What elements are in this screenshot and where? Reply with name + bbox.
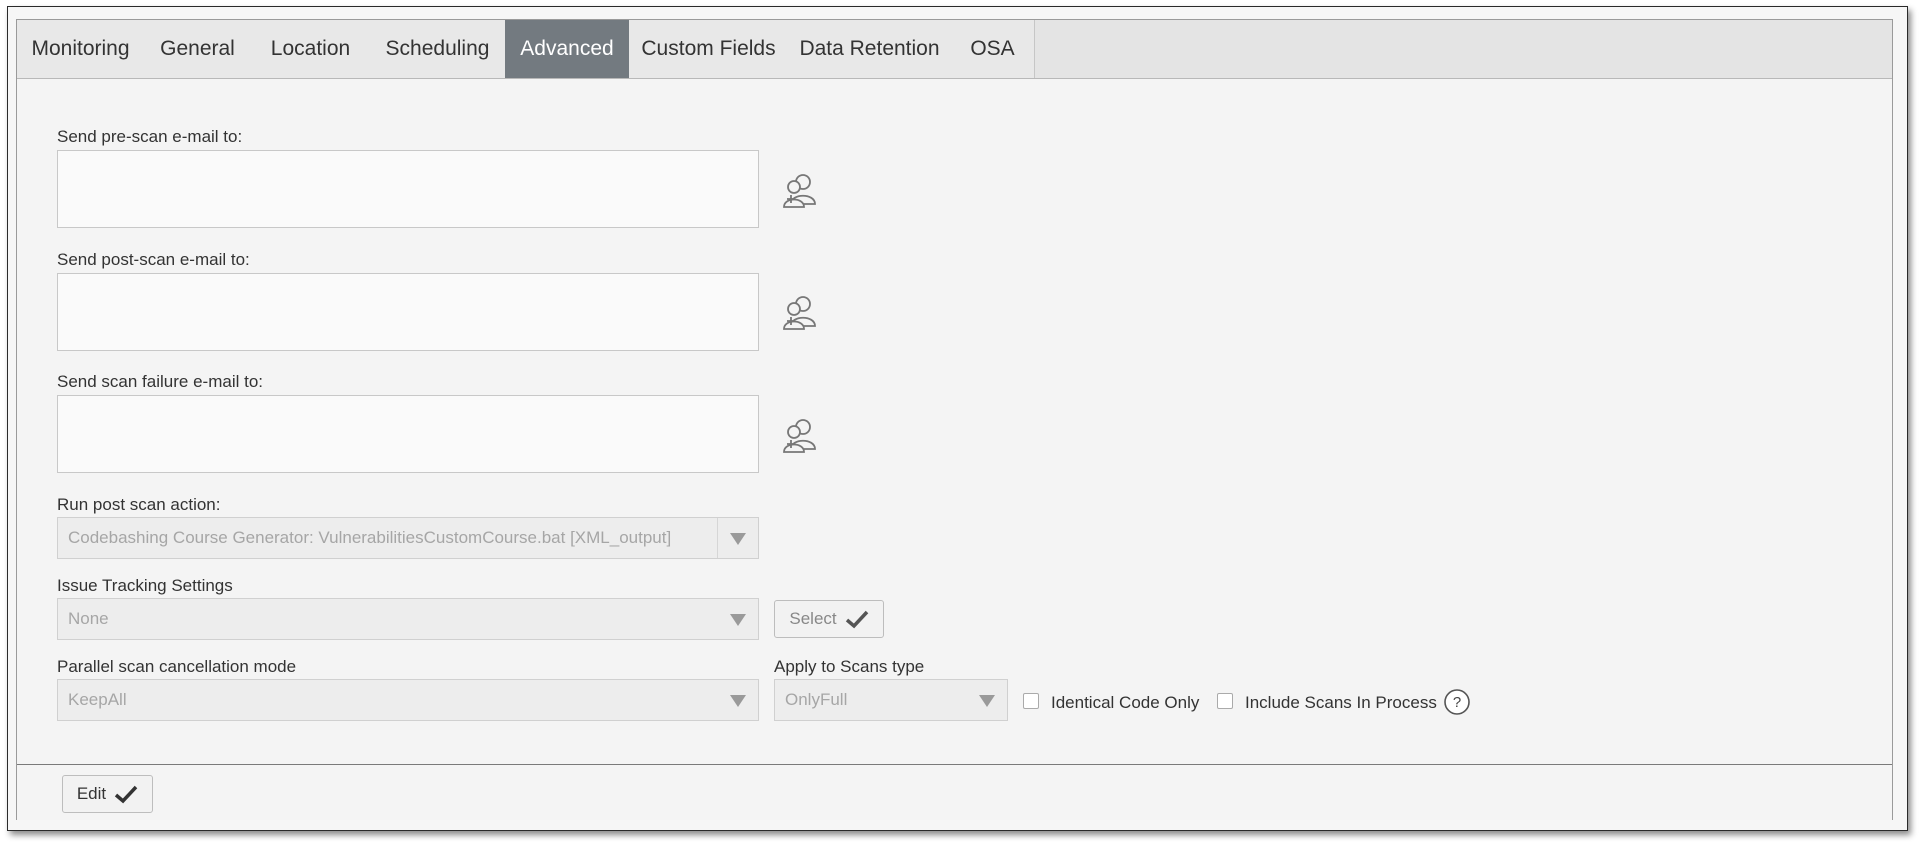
include-scans-label: Include Scans In Process xyxy=(1245,693,1437,712)
failure-email-field[interactable] xyxy=(57,395,759,473)
add-users-icon[interactable] xyxy=(779,290,823,334)
tab-bar: Monitoring General Location Scheduling A… xyxy=(17,20,1892,79)
parallel-mode-select[interactable]: KeepAll xyxy=(57,679,759,721)
checkmark-icon xyxy=(115,785,138,804)
apply-scans-type-select[interactable]: OnlyFull xyxy=(774,679,1008,721)
edit-button[interactable]: Edit xyxy=(62,775,153,813)
issue-tracking-label: Issue Tracking Settings xyxy=(57,576,233,595)
tab-data-retention[interactable]: Data Retention xyxy=(788,20,952,78)
identical-code-label: Identical Code Only xyxy=(1051,693,1200,712)
tab-scheduling[interactable]: Scheduling xyxy=(370,20,506,78)
tab-osa[interactable]: OSA xyxy=(951,20,1035,78)
tab-monitoring[interactable]: Monitoring xyxy=(17,20,145,78)
pre-scan-email-field[interactable] xyxy=(57,150,759,228)
issue-tracking-value: None xyxy=(68,609,109,628)
issue-tracking-select[interactable]: None xyxy=(57,598,759,640)
tab-advanced[interactable]: Advanced xyxy=(505,20,630,78)
form-footer: Edit xyxy=(17,764,1892,820)
select-divider xyxy=(717,518,718,558)
edit-button-label: Edit xyxy=(76,784,107,803)
parallel-mode-label: Parallel scan cancellation mode xyxy=(57,657,297,676)
project-settings-panel: Monitoring General Location Scheduling A… xyxy=(16,19,1893,820)
window-frame: Monitoring General Location Scheduling A… xyxy=(7,6,1908,831)
select-button[interactable]: Select xyxy=(774,600,884,638)
post-scan-action-label: Run post scan action: xyxy=(57,495,221,514)
checkmark-icon xyxy=(845,610,868,629)
chevron-down-icon[interactable] xyxy=(730,533,746,545)
post-scan-action-select[interactable]: Codebashing Course Generator: Vulnerabil… xyxy=(57,517,759,559)
pre-scan-email-label: Send pre-scan e-mail to: xyxy=(57,127,243,146)
add-users-icon[interactable] xyxy=(779,168,823,212)
tab-location[interactable]: Location xyxy=(251,20,371,78)
chevron-down-icon[interactable] xyxy=(730,614,746,626)
failure-email-label: Send scan failure e-mail to: xyxy=(57,372,263,391)
chevron-down-icon[interactable] xyxy=(979,695,995,707)
select-button-label: Select xyxy=(789,609,837,628)
include-scans-checkbox[interactable] xyxy=(1217,693,1233,709)
parallel-mode-value: KeepAll xyxy=(68,690,127,709)
post-scan-email-field[interactable] xyxy=(57,273,759,351)
post-scan-action-value: Codebashing Course Generator: Vulnerabil… xyxy=(68,528,672,547)
tab-custom-fields[interactable]: Custom Fields xyxy=(629,20,789,78)
apply-scans-type-value: OnlyFull xyxy=(785,690,848,709)
apply-scans-type-label: Apply to Scans type xyxy=(774,657,925,676)
identical-code-checkbox[interactable] xyxy=(1023,693,1039,709)
help-icon[interactable]: ? xyxy=(1443,688,1471,716)
chevron-down-icon[interactable] xyxy=(730,695,746,707)
post-scan-email-label: Send post-scan e-mail to: xyxy=(57,250,250,269)
help-icon-glyph: ? xyxy=(1453,694,1461,711)
tab-general[interactable]: General xyxy=(144,20,252,78)
add-users-icon[interactable] xyxy=(779,413,823,457)
